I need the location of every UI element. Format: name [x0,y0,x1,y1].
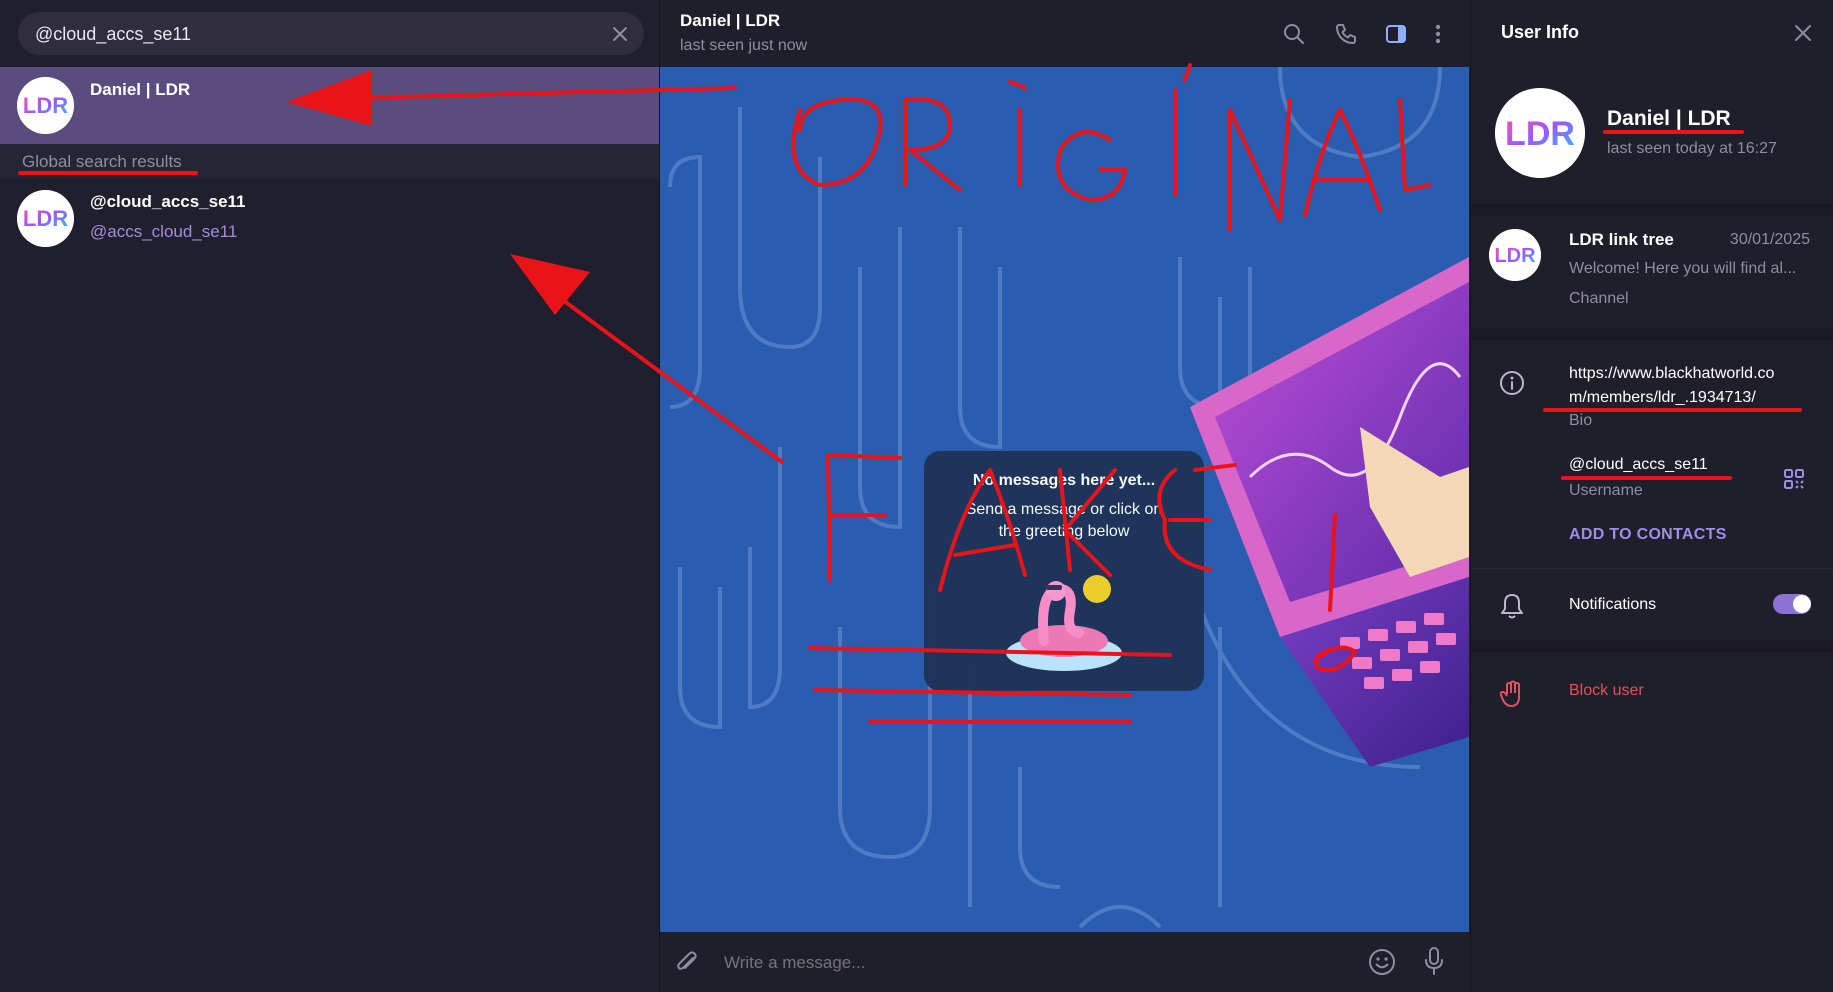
search-box[interactable] [18,12,644,57]
chat-list-item-daniel[interactable]: LDR Daniel | LDR [0,67,659,144]
panel-title: User Info [1501,22,1580,42]
chat-name: Daniel | LDR [90,80,191,99]
left-panel: LDR Daniel | LDR Global search results L… [0,0,660,992]
channel-title: LDR link tree [1569,230,1674,249]
divider [1471,640,1833,652]
profile-name: Daniel | LDR [1607,107,1731,130]
more-vertical-icon[interactable] [1430,22,1446,46]
message-input[interactable] [722,944,1326,982]
microphone-icon[interactable] [1422,946,1446,976]
close-icon[interactable] [608,22,632,46]
profile-status: last seen today at 16:27 [1607,140,1777,157]
bell-icon [1499,592,1525,620]
personal-channel[interactable]: LDR LDR link tree 30/01/2025 Welcome! He… [1471,216,1833,326]
qr-code-icon[interactable] [1783,468,1805,490]
attach-icon[interactable] [674,949,700,975]
global-search-header: Global search results [0,144,659,178]
close-icon[interactable] [1791,21,1815,45]
channel-type: Channel [1569,290,1629,307]
divider [1471,204,1833,216]
divider [1471,568,1833,569]
phone-icon[interactable] [1334,22,1358,46]
profile-avatar[interactable]: LDR [1495,88,1585,178]
avatar: LDR [17,190,74,247]
add-to-contacts-button[interactable]: ADD TO CONTACTS [1569,526,1727,544]
section-label: Global search results [22,152,182,171]
chat-header[interactable]: Daniel | LDR last seen just now [660,0,1469,67]
chat-name: @cloud_accs_se11 [90,192,246,211]
hand-stop-icon [1499,680,1525,708]
toggle-knob [1793,595,1811,613]
bio-link[interactable]: https://www.blackhatworld.co m/members/l… [1569,362,1774,410]
chat-title[interactable]: Daniel | LDR [680,11,780,31]
svg-text:LDR: LDR [23,93,68,118]
avatar: LDR [17,77,74,134]
chat-background: No messages here yet... Send a message o… [660,67,1469,932]
chat-list-item-global[interactable]: LDR @cloud_accs_se11 @accs_cloud_se11 [0,180,659,256]
notifications-toggle[interactable] [1773,594,1811,614]
username-value[interactable]: @cloud_accs_se11 [1569,456,1708,474]
empty-chat-title: No messages here yet... [972,472,1156,489]
svg-text:LDR: LDR [1505,115,1575,153]
notifications-label: Notifications [1569,596,1657,613]
empty-chat-card: No messages here yet... Send a message o… [924,451,1204,691]
divider [1471,328,1833,340]
info-icon [1499,370,1525,396]
empty-chat-text: Send a message or click on the greeting … [965,501,1163,540]
chat-username: @accs_cloud_se11 [90,222,238,241]
search-icon[interactable] [1282,22,1306,46]
bio-label: Bio [1569,412,1593,429]
svg-text:LDR: LDR [23,206,68,231]
channel-preview: Welcome! Here you will find al... [1569,260,1797,277]
sidebar-toggle-icon[interactable] [1384,22,1408,46]
channel-date: 30/01/2025 [1729,231,1810,248]
block-user-button[interactable]: Block user [1569,682,1644,700]
message-composer [660,932,1469,992]
chat-status: last seen just now [680,37,808,54]
flamingo-sticker-icon[interactable] [1004,561,1124,676]
channel-avatar: LDR [1489,229,1541,281]
search-input[interactable] [33,12,607,57]
emoji-icon[interactable] [1368,948,1396,976]
username-label: Username [1569,482,1643,499]
svg-text:LDR: LDR [1494,245,1536,267]
chat-area: Daniel | LDR last seen just now No messa… [660,0,1469,992]
user-info-panel: User Info LDR Daniel | LDR last seen tod… [1470,0,1833,992]
